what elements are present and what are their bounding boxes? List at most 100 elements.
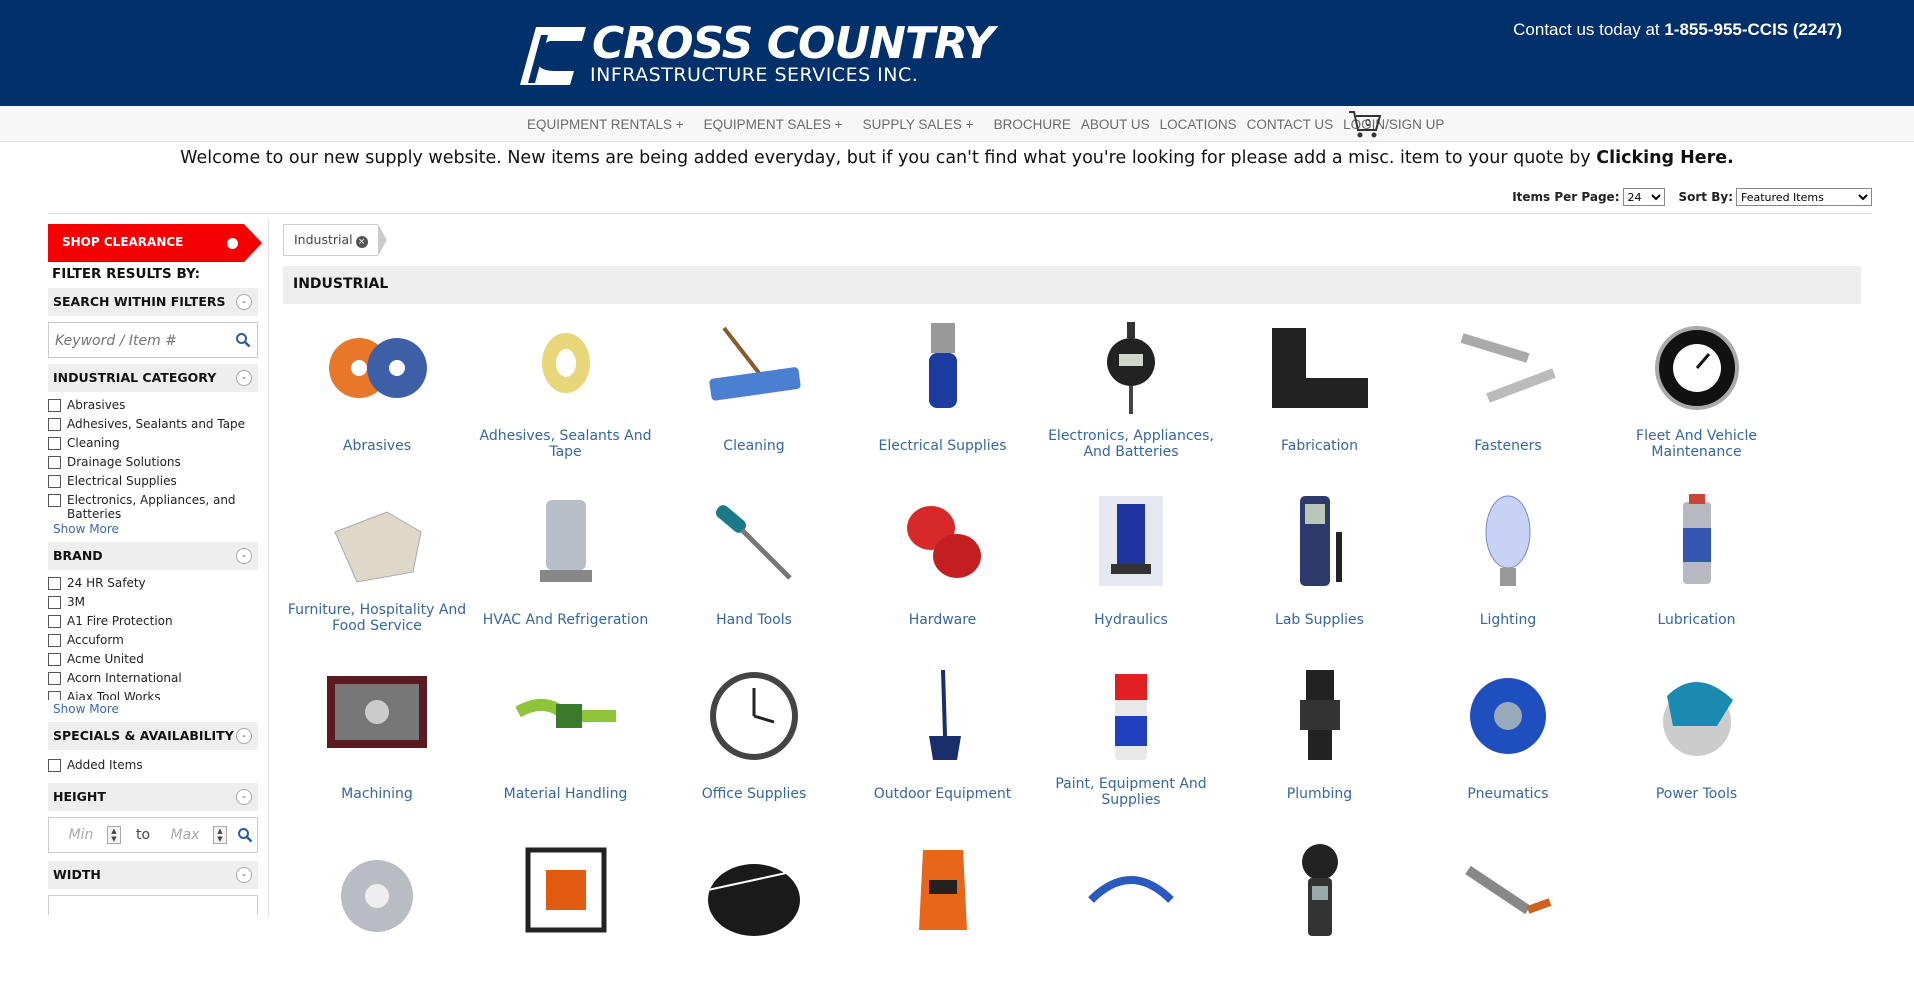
category-tile-label[interactable]: Office Supplies — [660, 786, 848, 802]
nav-about-us[interactable]: ABOUT US — [1081, 117, 1150, 132]
category-tile[interactable]: Plumbing — [1226, 662, 1414, 832]
cart-button[interactable]: 0 — [1348, 108, 1382, 140]
category-tile[interactable]: Abrasives — [283, 314, 471, 484]
hose-reel-icon[interactable] — [1458, 666, 1558, 766]
meter-icon[interactable] — [1270, 492, 1370, 592]
category-tile-label[interactable]: Adhesives, Sealants And Tape — [472, 428, 660, 460]
specials-header[interactable]: SPECIALS & AVAILABILITY - — [48, 722, 258, 750]
checkbox[interactable] — [48, 672, 61, 685]
category-tile-label[interactable]: Pneumatics — [1414, 786, 1602, 802]
checkbox[interactable] — [48, 634, 61, 647]
category-tile[interactable]: Power Tools — [1603, 662, 1791, 832]
filter-search-input[interactable] — [55, 331, 225, 351]
category-tile[interactable]: Fabrication — [1226, 314, 1414, 484]
gauge-icon[interactable] — [1081, 318, 1181, 418]
brand-show-more[interactable]: Show More — [53, 702, 258, 716]
welding-torch-icon[interactable] — [1458, 840, 1558, 940]
mop-icon[interactable] — [704, 318, 804, 418]
circular-saw-icon[interactable] — [1647, 666, 1747, 766]
abrasive-disc-icon[interactable] — [327, 318, 427, 418]
category-tile[interactable]: Adhesives, Sealants And Tape — [472, 314, 660, 484]
tarp-icon[interactable] — [327, 492, 427, 592]
category-tile-label[interactable]: Fleet And Vehicle Maintenance — [1603, 428, 1791, 460]
category-tile[interactable]: Furniture, Hospitality And Food Service — [283, 488, 471, 658]
collapse-icon[interactable]: - — [236, 789, 252, 805]
checkbox[interactable] — [48, 437, 61, 450]
category-tile-label[interactable]: Cleaning — [660, 438, 848, 454]
category-checkbox[interactable]: Cleaning — [48, 436, 258, 450]
category-tile[interactable]: Hand Tools — [660, 488, 848, 658]
heater-icon[interactable] — [516, 492, 616, 592]
category-tile[interactable] — [283, 836, 471, 1006]
category-tile[interactable]: Pneumatics — [1414, 662, 1602, 832]
category-tile-label[interactable]: Paint, Equipment And Supplies — [1037, 776, 1225, 808]
checkbox[interactable] — [48, 494, 61, 507]
specials-checkbox[interactable]: Added Items — [48, 758, 258, 772]
nav-equipment-rentals[interactable]: EQUIPMENT RENTALS + — [527, 117, 684, 132]
checkbox[interactable] — [48, 475, 61, 488]
category-tile[interactable] — [1037, 836, 1225, 1006]
tap-die-set-icon[interactable] — [327, 666, 427, 766]
checkbox[interactable] — [48, 418, 61, 431]
category-tile[interactable]: Lubrication — [1603, 488, 1791, 658]
category-tile[interactable] — [849, 836, 1037, 1006]
category-tile[interactable]: Material Handling — [472, 662, 660, 832]
category-tile[interactable]: Fleet And Vehicle Maintenance — [1603, 314, 1791, 484]
vehicle-gauge-icon[interactable] — [1647, 318, 1747, 418]
collapse-icon[interactable]: - — [236, 370, 252, 386]
phone-number-link[interactable]: 1-855-955-CCIS (2247) — [1664, 20, 1842, 39]
category-tile-label[interactable]: Outdoor Equipment — [849, 786, 1037, 802]
per-page-select[interactable]: 24 — [1622, 188, 1665, 206]
company-logo[interactable]: CROSS COUNTRY INFRASTRUCTURE SERVICES IN… — [508, 20, 995, 88]
fabrication-block-icon[interactable] — [1270, 318, 1370, 418]
category-show-more[interactable]: Show More — [53, 522, 258, 536]
rubber-roll-icon[interactable] — [704, 840, 804, 940]
paint-can-icon[interactable] — [1081, 666, 1181, 766]
category-tile[interactable]: Cleaning — [660, 314, 848, 484]
category-tile-label[interactable]: Material Handling — [472, 786, 660, 802]
category-checkbox[interactable]: Drainage Solutions — [48, 455, 258, 469]
category-tile[interactable]: Lighting — [1414, 488, 1602, 658]
category-tile-label[interactable]: Hydraulics — [1037, 612, 1225, 628]
category-tile[interactable]: Machining — [283, 662, 471, 832]
category-tile-label[interactable]: Hand Tools — [660, 612, 848, 628]
category-tile-label[interactable]: Electronics, Appliances, And Batteries — [1037, 428, 1225, 460]
brand-checkbox[interactable]: Ajax Tool Works — [48, 690, 258, 700]
shop-clearance-button[interactable]: SHOP CLEARANCE — [48, 224, 262, 262]
height-max-input[interactable]: Max — [155, 827, 215, 843]
bulb-icon[interactable] — [1458, 492, 1558, 592]
collapse-icon[interactable]: - — [236, 548, 252, 564]
category-tile[interactable]: Fasteners — [1414, 314, 1602, 484]
hydraulic-jack-icon[interactable] — [1081, 492, 1181, 592]
category-tile[interactable]: Hardware — [849, 488, 1037, 658]
category-checkbox[interactable]: Electronics, Appliances, and Batteries — [48, 493, 258, 520]
category-tile-label[interactable]: Lighting — [1414, 612, 1602, 628]
category-tile[interactable]: Electronics, Appliances, And Batteries — [1037, 314, 1225, 484]
search-icon[interactable] — [237, 827, 253, 843]
checkbox[interactable] — [48, 759, 61, 772]
nav-brochure[interactable]: BROCHURE — [994, 117, 1071, 132]
checkbox[interactable] — [48, 399, 61, 412]
nav-equipment-sales[interactable]: EQUIPMENT SALES + — [704, 117, 843, 132]
screw-icon[interactable] — [1458, 318, 1558, 418]
category-tile[interactable]: Outdoor Equipment — [849, 662, 1037, 832]
category-tile-label[interactable]: Fabrication — [1226, 438, 1414, 454]
brand-checkbox[interactable]: Acorn International — [48, 671, 258, 685]
width-header[interactable]: WIDTH - — [48, 861, 258, 889]
cable-icon[interactable] — [1081, 840, 1181, 940]
brand-checkbox[interactable]: A1 Fire Protection — [48, 614, 258, 628]
remove-filter-icon[interactable]: × — [355, 236, 368, 248]
ratchet-strap-icon[interactable] — [515, 666, 616, 766]
checkbox[interactable] — [48, 456, 61, 469]
category-tile-label[interactable]: HVAC And Refrigeration — [472, 612, 660, 628]
tape-roll-icon[interactable] — [516, 318, 616, 418]
nav-supply-sales[interactable]: SUPPLY SALES + — [863, 117, 974, 132]
brand-checkbox[interactable]: 3M — [48, 595, 258, 609]
anemometer-icon[interactable] — [1270, 840, 1370, 940]
checkbox[interactable] — [48, 577, 61, 590]
brand-checkbox[interactable]: 24 HR Safety — [48, 576, 258, 590]
category-tile-label[interactable]: Furniture, Hospitality And Food Service — [283, 602, 471, 634]
checkbox[interactable] — [48, 653, 61, 666]
safety-glove-icon[interactable] — [893, 840, 993, 940]
category-checkbox[interactable]: Abrasives — [48, 398, 258, 412]
